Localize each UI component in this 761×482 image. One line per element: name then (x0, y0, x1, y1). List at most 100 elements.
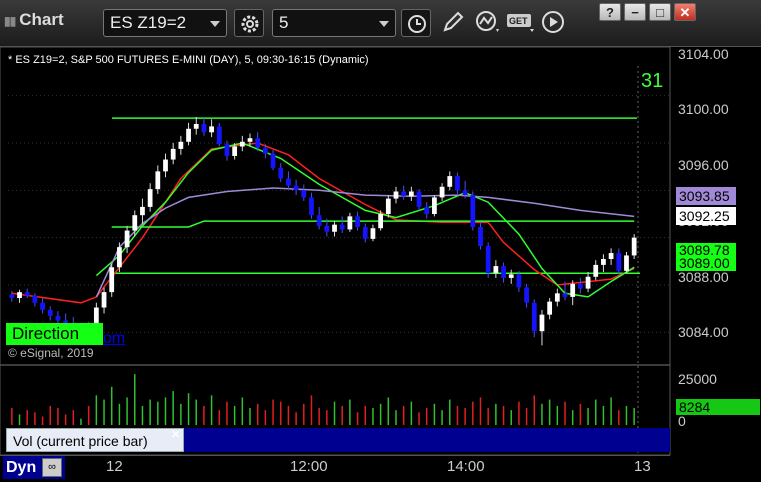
candle-body (362, 227, 368, 239)
candle-body (470, 195, 476, 228)
time-button[interactable] (401, 9, 431, 37)
plot-frame (0, 47, 671, 456)
candle-body (493, 266, 499, 274)
grid (8, 66, 670, 455)
candle-body (570, 283, 576, 297)
candle-body (601, 258, 606, 265)
candle-body (370, 228, 376, 239)
volume-tick: 0 (678, 413, 686, 429)
candle-body (24, 292, 30, 296)
candle-body (239, 141, 245, 147)
candle-body (293, 185, 299, 191)
candle-body (432, 197, 437, 214)
link-icon[interactable]: ∞ (42, 458, 62, 477)
candle-body (439, 186, 445, 198)
price-tag-green-flat: 3089.00 (676, 256, 736, 271)
close-button[interactable]: ✕ (674, 3, 696, 21)
candle-body (562, 293, 568, 297)
direction-link[interactable]: om (103, 330, 125, 348)
candle-body (424, 206, 430, 214)
candles (9, 116, 637, 346)
price-chart[interactable] (0, 47, 761, 481)
candle-body (224, 144, 230, 156)
candle-body (186, 128, 191, 142)
help-button[interactable]: ? (599, 3, 621, 21)
candle-body (616, 253, 622, 271)
interval-combo[interactable]: 5 (272, 9, 396, 37)
draw-button[interactable] (440, 9, 468, 37)
candle-body (232, 146, 238, 156)
volume-tick: 25000 (678, 371, 717, 387)
indicator-lines (11, 117, 640, 304)
window-title-text: Chart (19, 10, 64, 29)
volume-panel-label[interactable]: Vol (current price bar) (6, 428, 184, 452)
candle-body (554, 293, 560, 302)
gear-icon (241, 15, 259, 33)
maximize-button[interactable]: □ (649, 3, 671, 21)
candle-body (101, 292, 107, 308)
candle-body (539, 314, 545, 332)
candle-body (462, 190, 468, 196)
minimize-button[interactable]: − (624, 3, 646, 21)
candle-body (608, 253, 614, 259)
price-tick: 3088.00 (678, 269, 729, 285)
price-tag-last: 3092.25 (676, 207, 736, 225)
candle-body (124, 230, 130, 248)
symbol-combo[interactable]: ES Z19=2 (103, 9, 227, 37)
candle-body (155, 171, 161, 190)
candle-body (339, 224, 345, 230)
clock-icon (408, 15, 426, 33)
price-tag-purple: 3093.85 (676, 187, 736, 205)
candle-body (170, 148, 176, 160)
candle-body (447, 176, 453, 187)
candle-body (393, 191, 399, 199)
candle-body (140, 206, 145, 216)
price-tick: 3100.00 (678, 101, 729, 117)
settings-button[interactable] (234, 9, 264, 37)
chart-subtitle: * ES Z19=2, S&P 500 FUTURES E-MINI (DAY)… (8, 54, 369, 66)
candle-body (593, 264, 599, 277)
direction-label[interactable]: Direction (6, 323, 103, 345)
candle-body (216, 126, 222, 145)
price-tick: 3104.00 (678, 46, 729, 62)
candle-body (324, 225, 330, 232)
candle-body (163, 159, 168, 172)
candle-body (301, 190, 307, 198)
candle-body (585, 276, 591, 289)
get-button[interactable]: GET (506, 9, 534, 37)
time-tick: 14:00 (447, 458, 485, 475)
replay-button[interactable] (541, 9, 569, 37)
candle-body (455, 176, 460, 191)
time-tick: 12 (106, 458, 123, 475)
interval-value: 5 (279, 13, 289, 32)
toolbar: ▮▮ Chart ES Z19=2 5 GET ? − □ ✕ (0, 0, 761, 47)
chevron-down-icon (210, 21, 220, 27)
candle-body (501, 266, 506, 278)
studies-button[interactable] (474, 9, 502, 37)
candle-body (255, 138, 261, 148)
candle-body (40, 302, 45, 310)
time-axis[interactable] (0, 455, 670, 482)
candle-body (378, 214, 384, 229)
candle-body (401, 191, 407, 197)
chart-window: ▮▮ Chart ES Z19=2 5 GET ? − □ ✕ * ES Z19… (0, 0, 761, 482)
candle-body (178, 141, 184, 149)
candle-body (332, 224, 337, 232)
candle-body (408, 191, 414, 197)
window-title: ▮▮ Chart (4, 10, 64, 30)
candle-body (385, 198, 391, 214)
symbol-value: ES Z19=2 (110, 13, 187, 32)
drag-handle-icon[interactable]: ▮▮ (4, 14, 16, 28)
candle-body (347, 216, 353, 230)
candle-body (270, 153, 276, 168)
axis-lines (0, 47, 671, 456)
candle-body (201, 124, 207, 133)
candle-body (631, 237, 637, 256)
copyright: © eSignal, 2019 (8, 346, 94, 360)
candle-body (278, 167, 284, 179)
candle-body (147, 189, 153, 207)
candle-body (55, 315, 61, 321)
close-icon[interactable]: ✕ (171, 428, 180, 441)
candle-body (209, 126, 214, 133)
candle-body (531, 302, 537, 332)
